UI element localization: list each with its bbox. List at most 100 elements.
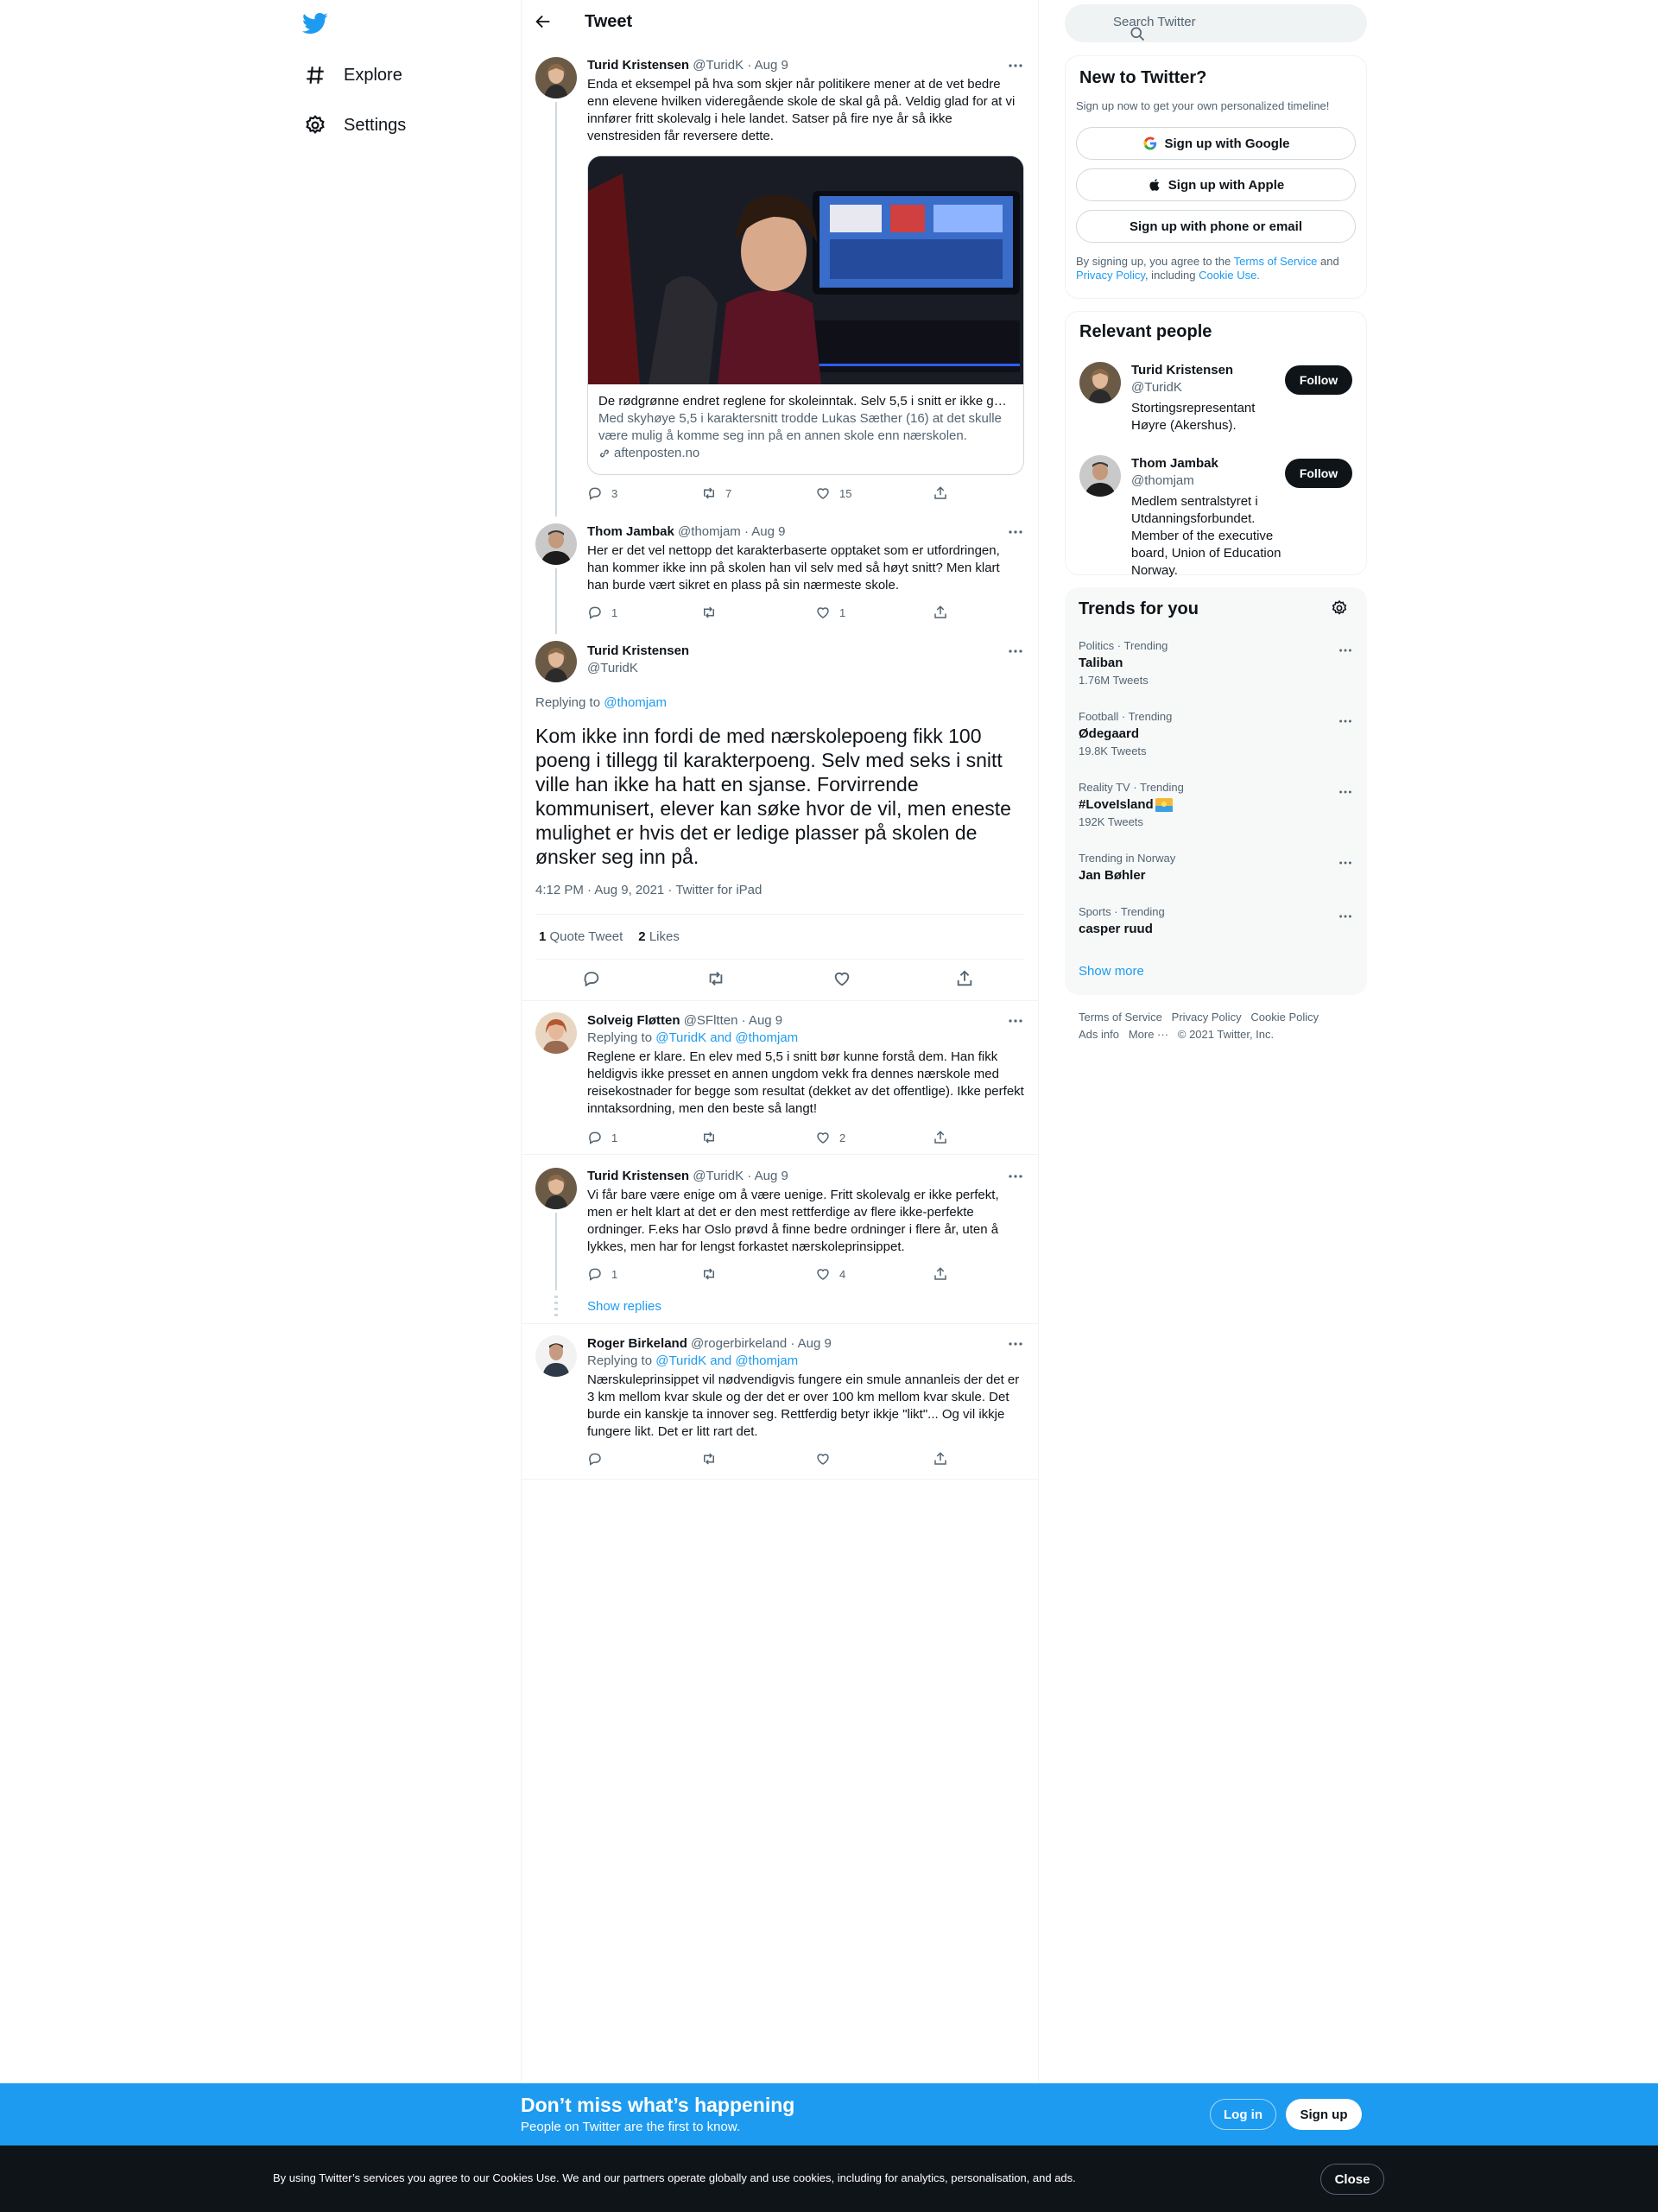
show-more-link[interactable]: Show more bbox=[1079, 964, 1144, 979]
share-button[interactable] bbox=[933, 1451, 948, 1467]
tweet-thom[interactable]: Thom Jambak @thomjam · Aug 9 Her er det … bbox=[522, 520, 1038, 634]
retweet-button[interactable] bbox=[701, 1266, 725, 1282]
back-arrow-icon[interactable] bbox=[534, 12, 556, 35]
signup-button[interactable]: Sign up bbox=[1286, 2099, 1362, 2130]
author-handle[interactable]: @TuridK bbox=[587, 660, 689, 677]
avatar[interactable] bbox=[1079, 362, 1121, 403]
cookie-link[interactable]: Cookie Use. bbox=[1199, 269, 1260, 282]
trend-item[interactable]: Sports · Trending casper ruud bbox=[1079, 905, 1353, 938]
more-icon[interactable] bbox=[1007, 643, 1024, 660]
footer-privacy-link[interactable]: Privacy Policy bbox=[1172, 1011, 1242, 1024]
search-input[interactable]: Search Twitter bbox=[1113, 15, 1196, 29]
more-icon[interactable] bbox=[1338, 713, 1353, 729]
more-icon[interactable] bbox=[1338, 909, 1353, 924]
like-button[interactable]: 1 bbox=[815, 605, 845, 620]
share-icon[interactable] bbox=[955, 969, 974, 988]
more-icon[interactable] bbox=[1007, 1335, 1024, 1353]
reply-button[interactable]: 3 bbox=[587, 485, 617, 501]
person-name[interactable]: Thom Jambak bbox=[1131, 455, 1283, 472]
person-handle[interactable]: @thomjam bbox=[1131, 472, 1283, 490]
author-name[interactable]: Thom Jambak bbox=[587, 524, 674, 539]
avatar[interactable] bbox=[535, 523, 577, 565]
avatar[interactable] bbox=[535, 1012, 577, 1054]
reply-icon[interactable] bbox=[582, 969, 601, 988]
retweet-button[interactable] bbox=[701, 1451, 725, 1467]
trend-item[interactable]: Football · Trending Ødegaard 19.8K Tweet… bbox=[1079, 710, 1353, 758]
reply-button[interactable]: 1 bbox=[587, 605, 617, 620]
nav-settings[interactable]: Settings bbox=[304, 108, 406, 143]
quote-tweet-count[interactable]: 1 Quote Tweet bbox=[539, 929, 623, 944]
reply-button[interactable]: 1 bbox=[587, 1130, 617, 1145]
retweet-button[interactable]: 7 bbox=[701, 485, 731, 501]
replying-to-link[interactable]: @thomjam bbox=[604, 695, 667, 710]
tweet-text: Her er det vel nettopp det karakterbaser… bbox=[587, 543, 1000, 593]
close-cookie-button[interactable]: Close bbox=[1320, 2164, 1384, 2195]
author-name[interactable]: Turid Kristensen bbox=[587, 643, 689, 660]
twitter-logo-icon[interactable] bbox=[302, 10, 328, 36]
like-button[interactable]: 2 bbox=[815, 1130, 845, 1145]
avatar[interactable] bbox=[535, 57, 577, 98]
footer-terms-link[interactable]: Terms of Service bbox=[1079, 1011, 1162, 1024]
retweet-button[interactable] bbox=[701, 1130, 725, 1145]
replying-to-link[interactable]: @TuridK and @thomjam bbox=[655, 1030, 798, 1045]
more-icon[interactable] bbox=[1007, 57, 1024, 74]
footer-cookie-link[interactable]: Cookie Policy bbox=[1250, 1011, 1319, 1024]
reply-roger[interactable]: Roger Birkeland @rogerbirkeland · Aug 9 … bbox=[522, 1334, 1038, 1472]
avatar[interactable] bbox=[535, 641, 577, 682]
login-button[interactable]: Log in bbox=[1210, 2099, 1276, 2130]
reply-solveig[interactable]: Solveig Fløtten @SFltten · Aug 9 Replyin… bbox=[522, 1011, 1038, 1145]
signup-phone-button[interactable]: Sign up with phone or email bbox=[1076, 210, 1356, 243]
footer-ads-link[interactable]: Ads info bbox=[1079, 1028, 1119, 1041]
more-icon[interactable] bbox=[1007, 1168, 1024, 1185]
share-button[interactable] bbox=[933, 605, 948, 620]
show-replies-link[interactable]: Show replies bbox=[587, 1299, 661, 1314]
trend-item[interactable]: Politics · Trending Taliban 1.76M Tweets bbox=[1079, 639, 1353, 688]
avatar[interactable] bbox=[535, 1335, 577, 1377]
like-button[interactable] bbox=[815, 1451, 839, 1467]
gear-icon[interactable] bbox=[1331, 599, 1348, 617]
reply-button[interactable]: 1 bbox=[587, 1266, 617, 1282]
heart-icon[interactable] bbox=[832, 969, 851, 988]
link-card[interactable]: De rødgrønne endret reglene for skoleinn… bbox=[587, 155, 1024, 475]
person-name[interactable]: Turid Kristensen bbox=[1131, 362, 1283, 379]
more-icon[interactable] bbox=[1338, 643, 1353, 658]
footer-more-link[interactable]: More ··· bbox=[1129, 1028, 1168, 1041]
tweet-timestamp[interactable]: 4:12 PM · Aug 9, 2021 · Twitter for iPad bbox=[535, 883, 762, 897]
nav-explore[interactable]: Explore bbox=[304, 58, 402, 92]
trend-item[interactable]: Trending in Norway Jan Bøhler bbox=[1079, 852, 1353, 884]
author-name[interactable]: Turid Kristensen bbox=[587, 58, 689, 73]
share-button[interactable] bbox=[933, 1266, 948, 1282]
tweet-turid-1[interactable]: Turid Kristensen @TuridK · Aug 9 Enda et… bbox=[522, 54, 1038, 517]
avatar[interactable] bbox=[1079, 455, 1121, 497]
more-icon[interactable] bbox=[1338, 784, 1353, 800]
person-handle[interactable]: @TuridK bbox=[1131, 379, 1283, 396]
author-name[interactable]: Roger Birkeland bbox=[587, 1336, 687, 1351]
follow-button[interactable]: Follow bbox=[1285, 459, 1352, 488]
search-box[interactable]: Search Twitter bbox=[1065, 4, 1367, 42]
person-card[interactable]: Turid Kristensen @TuridK Stortingsrepres… bbox=[1066, 360, 1366, 447]
person-card[interactable]: Thom Jambak @thomjam Medlem sentralstyre… bbox=[1066, 453, 1366, 578]
reply-turid-2[interactable]: Turid Kristensen @TuridK · Aug 9 Vi får … bbox=[522, 1166, 1038, 1321]
retweet-icon[interactable] bbox=[706, 969, 725, 988]
reply-button[interactable] bbox=[587, 1451, 611, 1467]
like-button[interactable]: 4 bbox=[815, 1266, 845, 1282]
avatar[interactable] bbox=[535, 1168, 577, 1209]
author-name[interactable]: Turid Kristensen bbox=[587, 1169, 689, 1183]
more-icon[interactable] bbox=[1338, 855, 1353, 871]
retweet-button[interactable] bbox=[701, 605, 725, 620]
main-tweet: Turid Kristensen @TuridK Replying to @th… bbox=[522, 639, 1038, 1002]
share-button[interactable] bbox=[933, 485, 948, 501]
like-button[interactable]: 15 bbox=[815, 485, 851, 501]
likes-count[interactable]: 2 Likes bbox=[638, 929, 680, 944]
author-name[interactable]: Solveig Fløtten bbox=[587, 1013, 680, 1028]
signup-google-button[interactable]: Sign up with Google bbox=[1076, 127, 1356, 160]
signup-apple-button[interactable]: Sign up with Apple bbox=[1076, 168, 1356, 201]
trend-item[interactable]: Reality TV · Trending #LoveIsland 192K T… bbox=[1079, 781, 1353, 829]
more-icon[interactable] bbox=[1007, 1012, 1024, 1030]
replying-to-link[interactable]: @TuridK and @thomjam bbox=[655, 1353, 798, 1368]
privacy-link[interactable]: Privacy Policy bbox=[1076, 269, 1145, 282]
more-icon[interactable] bbox=[1007, 523, 1024, 541]
share-button[interactable] bbox=[933, 1130, 948, 1145]
terms-link[interactable]: Terms of Service bbox=[1234, 255, 1318, 268]
follow-button[interactable]: Follow bbox=[1285, 365, 1352, 395]
